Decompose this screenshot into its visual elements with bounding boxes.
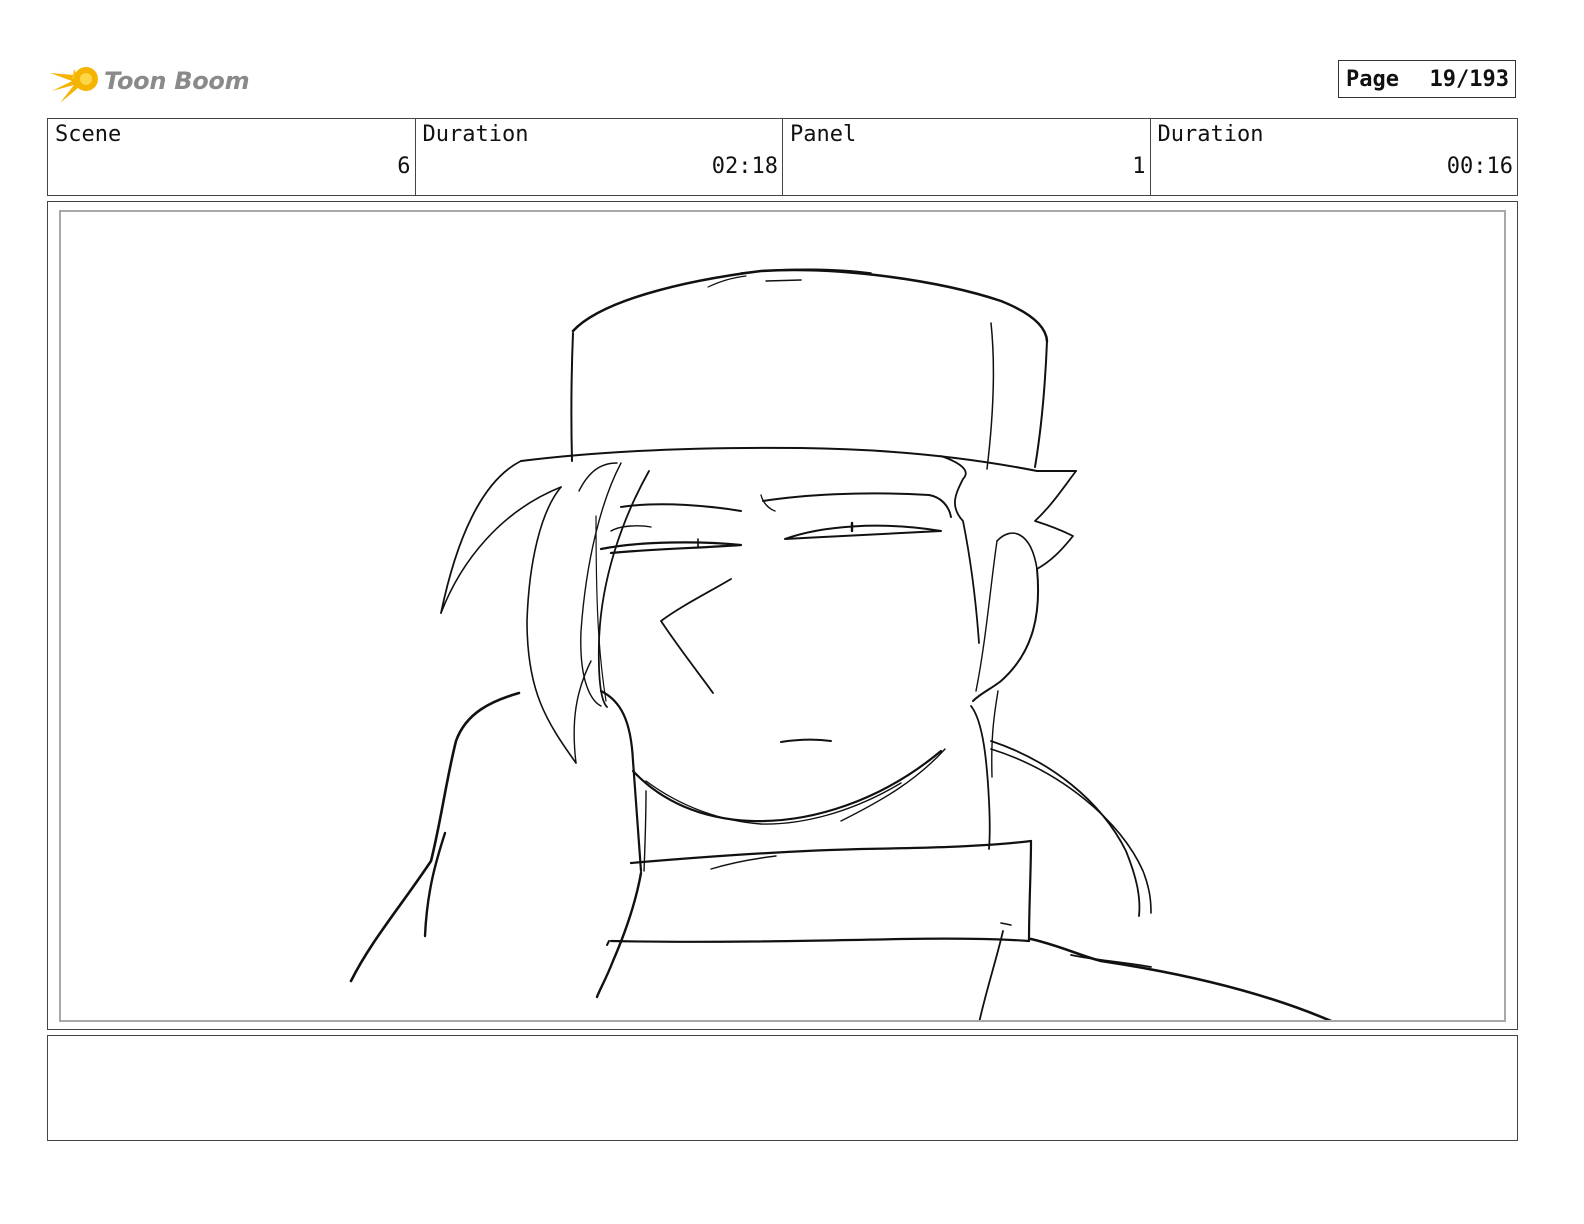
- character-sketch: [349, 268, 1332, 1020]
- left-shoulder: [349, 691, 521, 983]
- scene-value: 6: [397, 154, 411, 179]
- hat-left-side: [570, 332, 574, 462]
- panel-drawing-area: [59, 210, 1506, 1022]
- right-eye: [784, 524, 942, 540]
- panel-label: Panel: [790, 122, 857, 147]
- panel-cell: Panel 1: [783, 119, 1151, 195]
- panel-duration-label: Duration: [1157, 122, 1264, 147]
- collar-top: [629, 839, 1033, 865]
- panel-duration-value: 00:16: [1446, 154, 1513, 179]
- collar-bottom: [609, 937, 1031, 943]
- scene-label: Scene: [55, 122, 122, 147]
- left-eye: [599, 541, 743, 555]
- panel-info-row: Scene 6 Duration 02:18 Panel 1 Duration …: [47, 118, 1518, 196]
- scene-cell: Scene 6: [48, 119, 416, 195]
- hair-right: [1034, 470, 1077, 570]
- scene-duration-value: 02:18: [711, 154, 778, 179]
- page-number: 19/193: [1429, 66, 1509, 92]
- storyboard-panel: [47, 201, 1518, 1030]
- nose: [660, 578, 732, 694]
- collar-right: [1027, 839, 1033, 943]
- hair-left: [440, 460, 522, 614]
- panel-value: 1: [1132, 154, 1146, 179]
- logo-text: Toon Boom: [104, 67, 250, 95]
- starburst-icon: [50, 61, 98, 103]
- panel-duration-cell: Duration 00:16: [1151, 119, 1518, 195]
- scene-duration-label: Duration: [422, 122, 529, 147]
- left-eyebrow: [620, 503, 742, 512]
- hat-right-side: [1034, 340, 1048, 468]
- right-shoulder: [990, 740, 1141, 917]
- right-eyebrow: [762, 492, 952, 518]
- toon-boom-logo: Toon Boom: [50, 55, 250, 107]
- mouth: [780, 738, 832, 743]
- hat-crown: [571, 268, 1049, 343]
- scene-duration-cell: Duration 02:18: [416, 119, 783, 195]
- page-indicator: Page 19/193: [1338, 60, 1516, 98]
- hat-band: [520, 446, 1077, 472]
- panel-notes[interactable]: [47, 1035, 1518, 1141]
- page-label: Page: [1346, 66, 1399, 92]
